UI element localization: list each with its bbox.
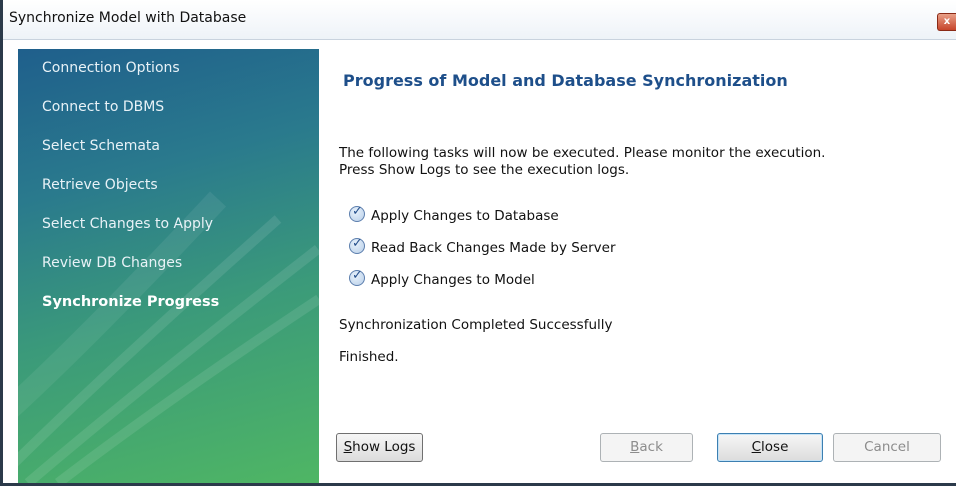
sidebar-item-connection-options: Connection Options bbox=[42, 60, 180, 76]
show-logs-button[interactable]: Show Logs bbox=[336, 433, 423, 462]
back-access-key: B bbox=[630, 439, 640, 455]
task-label: Apply Changes to Database bbox=[371, 208, 559, 224]
check-circle-icon bbox=[349, 236, 365, 254]
close-button[interactable]: Close bbox=[717, 433, 823, 462]
back-button[interactable]: Back bbox=[600, 433, 693, 462]
sidebar-item-review-db-changes: Review DB Changes bbox=[42, 255, 183, 271]
task-label: Apply Changes to Model bbox=[371, 272, 535, 288]
sidebar-item-connect-to-dbms: Connect to DBMS bbox=[42, 99, 165, 115]
sidebar-item-synchronize-progress: Synchronize Progress bbox=[42, 294, 220, 310]
close-icon: x bbox=[943, 16, 951, 27]
task-item: Read Back Changes Made by Server bbox=[349, 236, 616, 256]
task-label: Read Back Changes Made by Server bbox=[371, 240, 616, 256]
title-bar[interactable]: Synchronize Model with Database x bbox=[3, 0, 956, 40]
task-item: Apply Changes to Model bbox=[349, 268, 535, 288]
task-item: Apply Changes to Database bbox=[349, 204, 559, 224]
status-message: Synchronization Completed Successfully bbox=[339, 317, 613, 333]
back-label: ack bbox=[639, 439, 663, 455]
dialog-window: Synchronize Model with Database x Connec… bbox=[0, 0, 956, 486]
description-line-1: The following tasks will now be executed… bbox=[339, 145, 826, 161]
window-title: Synchronize Model with Database bbox=[9, 10, 247, 26]
description: The following tasks will now be executed… bbox=[339, 145, 825, 179]
sidebar-item-select-schemata: Select Schemata bbox=[42, 138, 160, 154]
wizard-sidebar: Connection Options Connect to DBMS Selec… bbox=[18, 49, 319, 483]
description-line-2: Press Show Logs to see the execution log… bbox=[339, 162, 630, 178]
close-window-button[interactable]: x bbox=[937, 13, 956, 31]
check-circle-icon bbox=[349, 204, 365, 222]
page-title: Progress of Model and Database Synchroni… bbox=[343, 71, 788, 90]
close-label: lose bbox=[761, 439, 789, 455]
sidebar-item-select-changes: Select Changes to Apply bbox=[42, 216, 214, 232]
check-circle-icon bbox=[349, 268, 365, 286]
cancel-button[interactable]: Cancel bbox=[833, 433, 941, 462]
show-logs-label: how Logs bbox=[352, 439, 416, 455]
sidebar-item-retrieve-objects: Retrieve Objects bbox=[42, 177, 158, 193]
main-content: Progress of Model and Database Synchroni… bbox=[319, 49, 956, 483]
show-logs-access-key: S bbox=[343, 439, 353, 455]
close-access-key: C bbox=[751, 439, 762, 455]
finished-message: Finished. bbox=[339, 349, 399, 365]
